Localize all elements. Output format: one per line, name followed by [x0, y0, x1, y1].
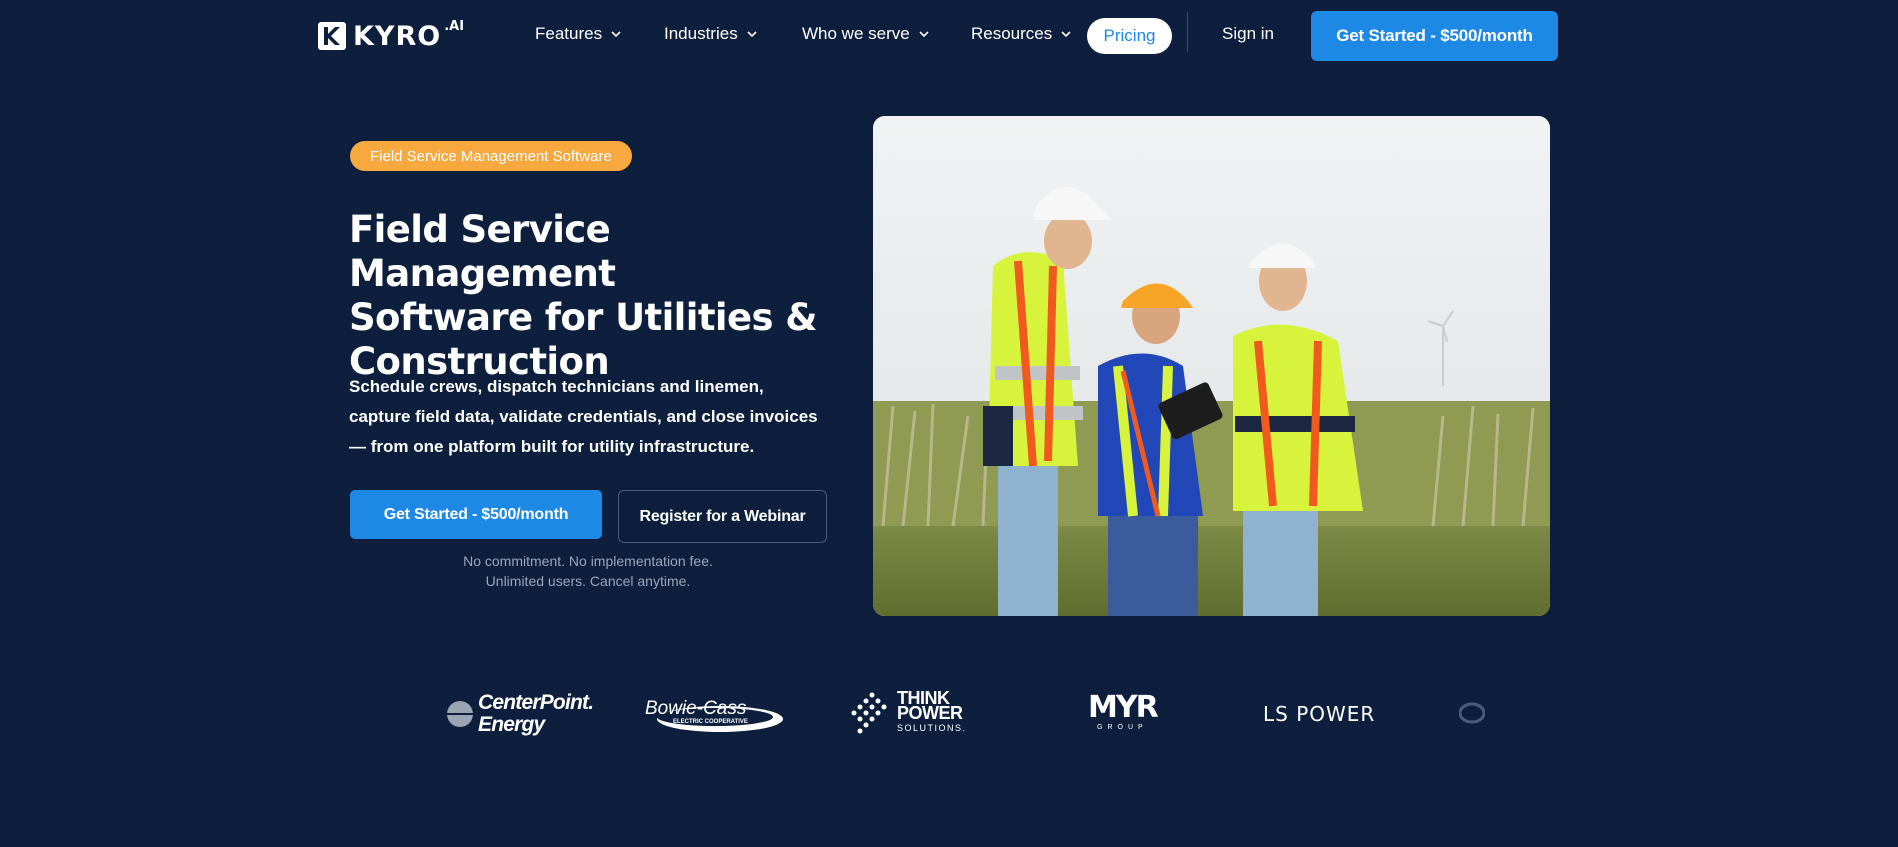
bowie-cass-swoosh: Bowie-Cass ELECTRIC COOPERATIVE — [645, 698, 783, 732]
fineprint-line-1: No commitment. No implementation fee. — [463, 553, 713, 569]
nav-features[interactable]: Features — [535, 24, 622, 44]
bowie-cass-name: Bowie-Cass — [645, 698, 747, 719]
hero-photo-field-workers — [873, 116, 1550, 616]
centerpoint-line-2: Energy — [478, 713, 545, 736]
think-power-solutions-logo: THINK POWER SOLUTIONS. — [850, 689, 967, 736]
think-power-line-2: POWER — [897, 703, 963, 723]
nav-industries[interactable]: Industries — [664, 24, 758, 44]
chevron-down-icon — [919, 31, 929, 38]
nav-industries-label: Industries — [664, 24, 738, 43]
kyro-logo[interactable]: KYRO .AI — [318, 18, 464, 54]
think-power-dots-icon — [851, 692, 887, 734]
chevron-down-icon — [1061, 31, 1071, 38]
chevron-down-icon — [747, 31, 757, 38]
hero-fineprint: No commitment. No implementation fee. Un… — [388, 551, 788, 591]
hero-title: Field Service Management Software for Ut… — [349, 208, 849, 384]
nav-divider — [1187, 12, 1188, 52]
hero-subtitle: Schedule crews, dispatch technicians and… — [349, 377, 818, 456]
category-badge: Field Service Management Software — [350, 141, 632, 171]
register-webinar-button[interactable]: Register for a Webinar — [618, 490, 827, 543]
centerpoint-text: CenterPoint. Energy — [478, 691, 594, 736]
get-started-hero-button[interactable]: Get Started - $500/month — [350, 490, 602, 539]
workers-illustration — [873, 116, 1550, 616]
partial-logo-icon — [1459, 702, 1485, 724]
myr-subtitle: GROUP — [1097, 724, 1148, 731]
nav-who-we-serve[interactable]: Who we serve — [802, 24, 930, 44]
hero-title-line-2: Software for Utilities & — [349, 296, 817, 339]
logo-text: KYRO — [353, 20, 442, 52]
kyro-logo-icon — [318, 22, 346, 50]
client-logo-strip: CenterPoint. Energy Bowie-Cass ELECTRIC … — [0, 680, 1898, 750]
think-power-text: THINK POWER SOLUTIONS. — [897, 689, 967, 736]
partial-logo — [1459, 702, 1485, 724]
centerpoint-energy-logo: CenterPoint. Energy — [446, 691, 594, 736]
get-started-nav-button[interactable]: Get Started - $500/month — [1311, 11, 1558, 61]
sign-in-link[interactable]: Sign in — [1222, 24, 1274, 44]
think-power-line-3: SOLUTIONS. — [897, 723, 967, 733]
top-navigation: KYRO .AI Features Industries Who we serv… — [0, 0, 1898, 72]
fineprint-line-2: Unlimited users. Cancel anytime. — [485, 573, 691, 589]
nav-who-we-serve-label: Who we serve — [802, 24, 910, 43]
logo-suffix: .AI — [444, 18, 465, 34]
nav-pricing[interactable]: Pricing — [1087, 18, 1172, 54]
nav-resources[interactable]: Resources — [971, 24, 1072, 44]
bowie-cass-logo: Bowie-Cass ELECTRIC COOPERATIVE — [645, 695, 787, 735]
centerpoint-line-1: CenterPoint. — [478, 691, 594, 714]
bowie-cass-subtitle: ELECTRIC COOPERATIVE — [673, 719, 748, 725]
nav-features-label: Features — [535, 24, 603, 43]
centerpoint-globe-icon — [447, 701, 473, 727]
myr-text: MYR — [1088, 690, 1159, 725]
hero-title-line-1: Field Service Management — [349, 208, 616, 295]
nav-resources-label: Resources — [971, 24, 1053, 43]
chevron-down-icon — [611, 31, 621, 38]
ls-power-logo: LS POWER — [1263, 702, 1376, 726]
myr-group-logo: MYR GROUP — [1088, 690, 1159, 732]
